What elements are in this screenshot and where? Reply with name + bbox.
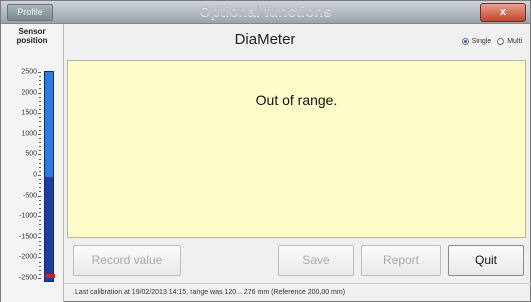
title-bar: Profile Optional functions x bbox=[1, 1, 530, 24]
scale-minor-tick bbox=[39, 96, 41, 98]
scale-tick-mark bbox=[38, 133, 41, 135]
app-window: Profile Optional functions x Sensor posi… bbox=[0, 0, 531, 302]
scale-minor-tick bbox=[39, 187, 41, 189]
scale-minor-tick bbox=[39, 104, 41, 106]
scale-minor-tick bbox=[39, 203, 41, 205]
scale-minor-tick bbox=[39, 245, 41, 247]
window-title: Optional functions bbox=[199, 3, 332, 20]
sensor-bar-upper bbox=[45, 72, 53, 177]
scale-tick-label: 2000 bbox=[21, 89, 37, 97]
scale-minor-tick bbox=[39, 166, 41, 168]
scale-minor-tick bbox=[39, 109, 41, 111]
scale-minor-tick bbox=[39, 100, 41, 102]
mode-selector: Single Multi bbox=[461, 38, 522, 45]
sensor-position-marker bbox=[45, 273, 55, 278]
radio-unselected-icon bbox=[497, 38, 505, 45]
scale-minor-tick bbox=[39, 88, 41, 90]
close-button[interactable]: x bbox=[480, 3, 526, 22]
mode-multi-label: Multi bbox=[507, 38, 522, 45]
scale-minor-tick bbox=[39, 158, 41, 160]
scale-tick-mark bbox=[38, 216, 41, 218]
scale-minor-tick bbox=[39, 212, 41, 214]
scale-tick-label: -2000 bbox=[19, 253, 37, 261]
scale-minor-tick bbox=[39, 179, 41, 181]
scale-tick-label: -1500 bbox=[19, 233, 37, 241]
scale-tick-label: 1000 bbox=[21, 130, 37, 138]
scale-minor-tick bbox=[39, 142, 41, 144]
scale-tick-label: -2500 bbox=[19, 274, 37, 282]
scale-tick-mark bbox=[38, 72, 41, 73]
scale-tick-mark bbox=[38, 236, 41, 238]
scale-tick-mark bbox=[38, 175, 41, 176]
scale-minor-tick bbox=[39, 261, 41, 263]
scale-tick-mark bbox=[38, 113, 41, 115]
scale-tick-label: 500 bbox=[25, 150, 37, 158]
scale-minor-tick bbox=[39, 170, 41, 172]
scale-tick-mark bbox=[38, 257, 41, 259]
scale-minor-tick bbox=[39, 191, 41, 193]
scale-minor-tick bbox=[39, 220, 41, 222]
scale-tick-label: 0 bbox=[33, 171, 37, 179]
scale-minor-tick bbox=[39, 240, 41, 242]
scale-minor-tick bbox=[39, 121, 41, 123]
scale-minor-tick bbox=[39, 265, 41, 267]
scale-minor-tick bbox=[39, 76, 41, 78]
scale-minor-tick bbox=[39, 224, 41, 226]
scale-minor-tick bbox=[39, 199, 41, 201]
sensor-position-panel: Sensor position 2500 2000 1500 1000 500 0 -500… bbox=[1, 24, 64, 302]
scale-minor-tick bbox=[39, 129, 41, 131]
scale-minor-tick bbox=[39, 146, 41, 148]
scale-tick-mark bbox=[38, 195, 41, 197]
scale-minor-tick bbox=[39, 207, 41, 209]
save-button[interactable]: Save bbox=[278, 245, 354, 276]
scale-tick-label: 2500 bbox=[21, 68, 37, 76]
scale-minor-tick bbox=[39, 269, 41, 271]
quit-button[interactable]: Quit bbox=[448, 245, 524, 276]
scale-tick-label: -1000 bbox=[19, 212, 37, 220]
scale-minor-tick bbox=[39, 228, 41, 230]
scale-tick-label: -500 bbox=[22, 192, 37, 200]
measurement-display: Out of range. bbox=[67, 60, 526, 238]
mode-multi-radio[interactable]: Multi bbox=[497, 38, 522, 45]
sensor-bar bbox=[44, 71, 54, 282]
scale-tick-mark bbox=[38, 278, 41, 279]
mode-single-radio[interactable]: Single bbox=[461, 38, 492, 45]
scale-minor-tick bbox=[39, 150, 41, 152]
scale-minor-tick bbox=[39, 232, 41, 234]
mode-single-label: Single bbox=[471, 38, 492, 45]
status-divider bbox=[63, 283, 531, 284]
scale-minor-tick bbox=[39, 273, 41, 275]
record-value-button[interactable]: Record value bbox=[73, 245, 181, 276]
status-bar-text: Last calibration at 19/02/2013 14:15, ra… bbox=[75, 289, 346, 296]
scale-minor-tick bbox=[39, 137, 41, 139]
scale-tick-mark bbox=[38, 92, 41, 94]
scale-minor-tick bbox=[39, 249, 41, 251]
scale-minor-tick bbox=[39, 125, 41, 127]
scale-tick-label: 1500 bbox=[21, 109, 37, 117]
report-button[interactable]: Report bbox=[361, 245, 441, 276]
display-message: Out of range. bbox=[255, 92, 338, 108]
scale-minor-tick bbox=[39, 84, 41, 86]
scale-minor-tick bbox=[39, 183, 41, 185]
app-title: DiaMeter bbox=[234, 31, 296, 48]
scale-minor-tick bbox=[39, 80, 41, 82]
scale-tick-mark bbox=[38, 154, 41, 156]
scale-minor-tick bbox=[39, 117, 41, 119]
radio-selected-icon bbox=[461, 38, 469, 45]
scale-minor-tick bbox=[39, 253, 41, 255]
scale-minor-tick bbox=[39, 162, 41, 164]
